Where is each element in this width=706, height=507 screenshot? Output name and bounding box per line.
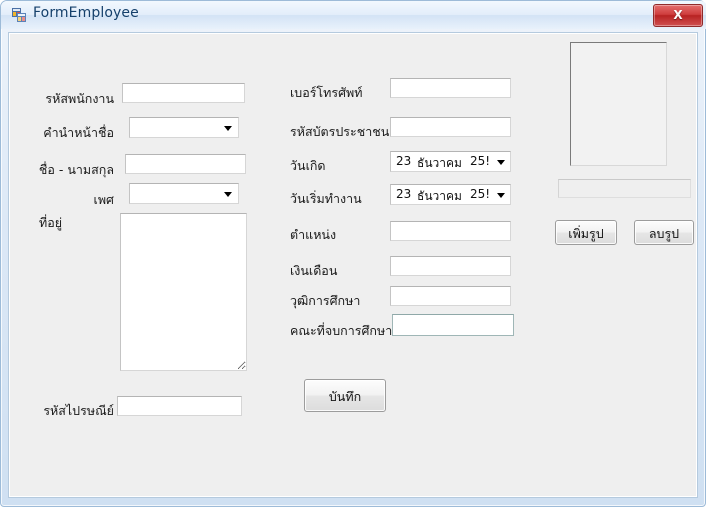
phone-number-input[interactable] — [390, 78, 511, 98]
chevron-down-icon — [224, 125, 232, 131]
title-bar: FormEmployee X — [1, 1, 706, 29]
national-id-input[interactable] — [390, 117, 511, 137]
save-button[interactable]: บันทึก — [304, 379, 386, 412]
gender-combobox[interactable] — [129, 183, 239, 204]
add-photo-button[interactable]: เพิ่มรูป — [555, 220, 617, 245]
save-button-label: บันทึก — [328, 389, 362, 404]
label-phone-number: เบอร์โทรศัพท์ — [290, 85, 363, 100]
birth-date-picker[interactable]: 23 ธันวาคม 25! — [390, 151, 511, 172]
start-work-date-year: 25! — [470, 187, 491, 201]
label-address: ที่อยู่ — [39, 215, 63, 230]
salary-input[interactable] — [390, 256, 511, 276]
employee-photo-picturebox[interactable] — [570, 42, 667, 166]
faculty-graduated-input[interactable] — [392, 314, 514, 336]
label-birth-date: วันเกิด — [290, 158, 326, 173]
address-textarea[interactable] — [120, 213, 247, 371]
label-gender: เพศ — [93, 192, 114, 207]
window-title: FormEmployee — [33, 5, 139, 21]
label-position: ตำแหน่ง — [290, 227, 337, 242]
label-start-work-date: วันเริ่มทำงาน — [290, 191, 362, 206]
label-salary: เงินเดือน — [290, 263, 338, 278]
close-button[interactable]: X — [653, 4, 703, 27]
close-icon: X — [673, 8, 683, 22]
postal-code-input[interactable] — [117, 396, 242, 416]
birth-date-year: 25! — [470, 154, 491, 168]
birth-date-month: ธันวาคม — [417, 156, 462, 170]
employee-id-input[interactable] — [122, 83, 245, 103]
add-photo-button-label: เพิ่มรูป — [568, 226, 604, 241]
label-education-level: วุฒิการศึกษา — [290, 293, 361, 308]
label-title-prefix: คำนำหน้าชื่อ — [43, 125, 114, 140]
label-postal-code: รหัสไปรษณีย์ — [43, 403, 114, 418]
label-faculty-graduated: คณะที่จบการศึกษา — [290, 323, 393, 338]
chevron-down-icon — [224, 191, 232, 197]
form-window: FormEmployee X รหัสพนักงาน คำนำหน้าชื่อ … — [0, 0, 706, 507]
delete-photo-button-label: ลบรูป — [648, 226, 680, 241]
label-employee-id: รหัสพนักงาน — [45, 91, 114, 106]
form-icon — [12, 8, 26, 22]
label-full-name: ชื่อ - นามสกุล — [38, 162, 114, 177]
education-level-input[interactable] — [390, 286, 511, 306]
photo-path-input[interactable] — [558, 179, 691, 198]
form-client-area: รหัสพนักงาน คำนำหน้าชื่อ ชื่อ - นามสกุล … — [8, 32, 698, 498]
start-work-date-month: ธันวาคม — [417, 189, 462, 203]
start-work-date-day: 23 — [396, 187, 412, 201]
start-work-date-picker[interactable]: 23 ธันวาคม 25! — [390, 184, 511, 205]
position-input[interactable] — [390, 221, 511, 241]
birth-date-day: 23 — [396, 154, 412, 168]
title-prefix-combobox[interactable] — [129, 117, 239, 138]
chevron-down-icon — [497, 192, 505, 198]
full-name-input[interactable] — [125, 154, 246, 174]
label-national-id: รหัสบัตรประชาชน — [290, 124, 390, 139]
delete-photo-button[interactable]: ลบรูป — [634, 220, 694, 245]
chevron-down-icon — [497, 159, 505, 165]
